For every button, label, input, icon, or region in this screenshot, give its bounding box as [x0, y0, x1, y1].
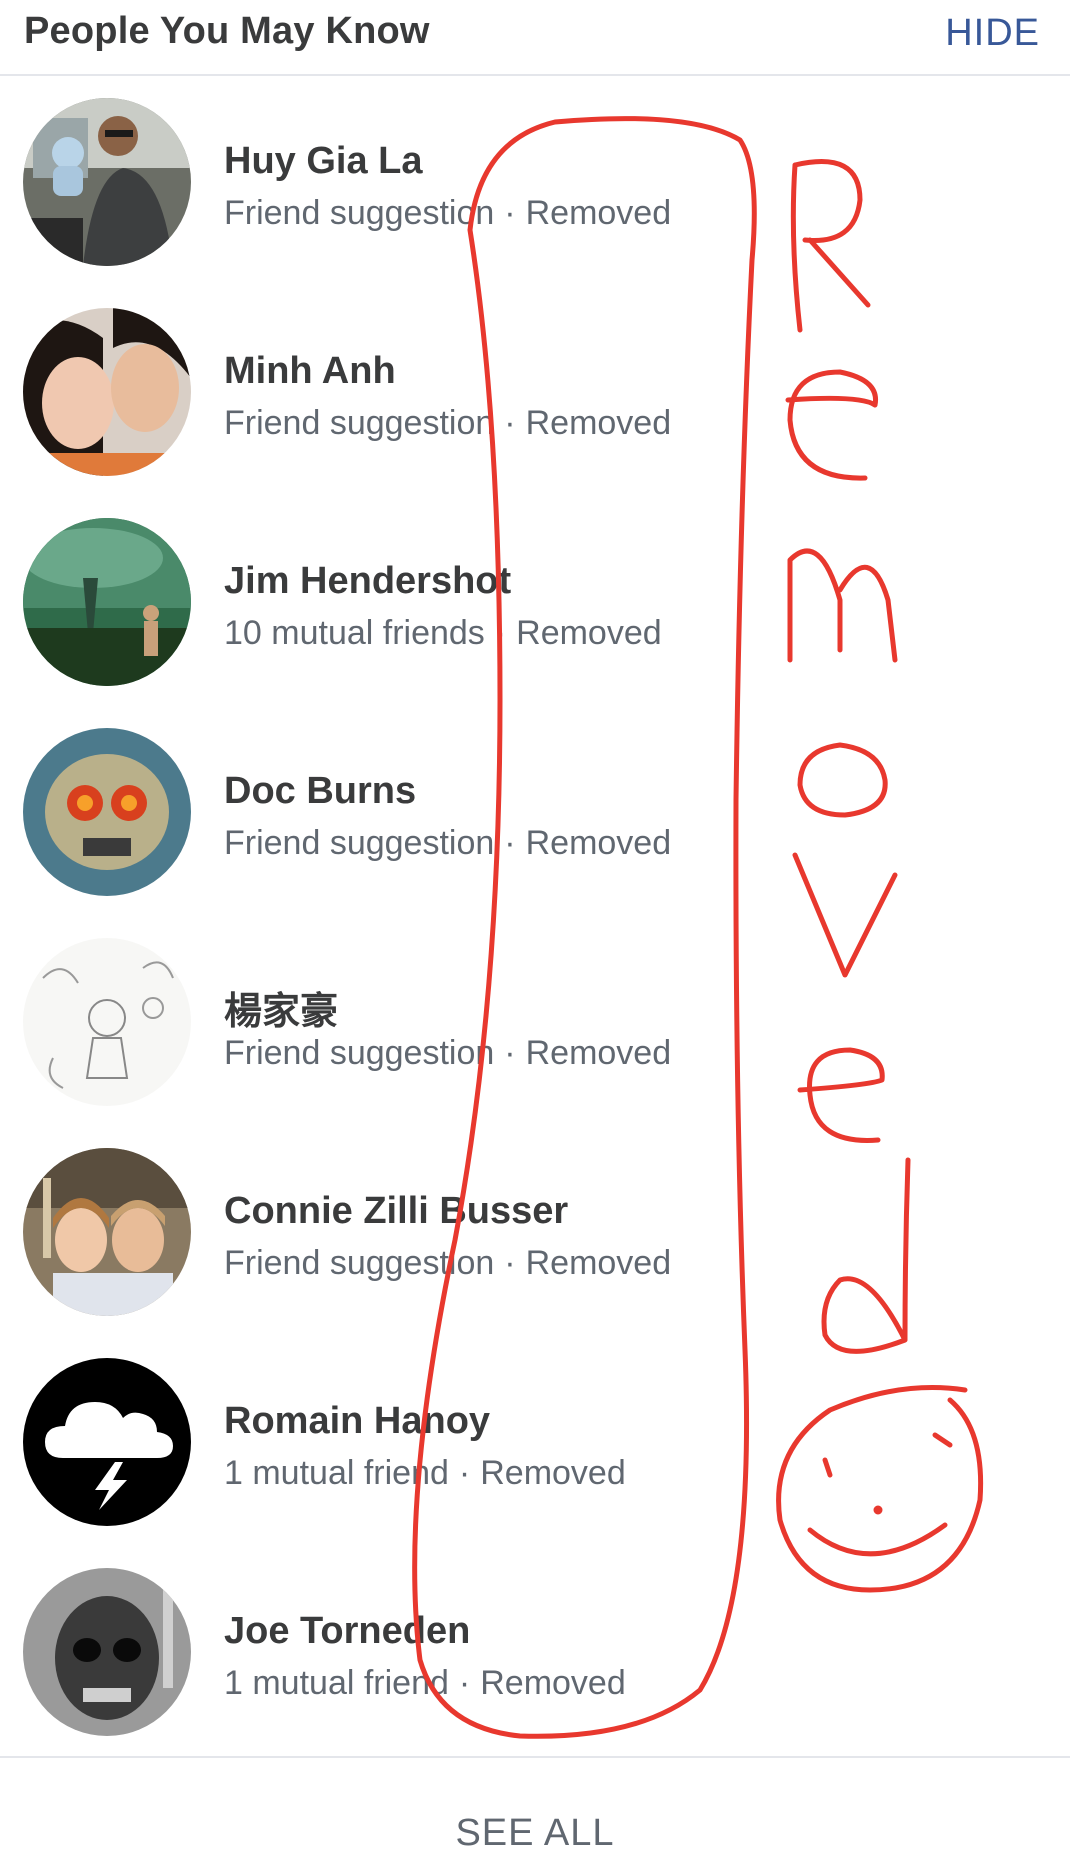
- status-removed: Removed: [480, 1664, 626, 1702]
- avatar[interactable]: [23, 938, 191, 1106]
- person-subtitle: Friend suggestion · Removed: [224, 1034, 671, 1073]
- avatar[interactable]: [23, 1148, 191, 1316]
- list-item[interactable]: Huy Gia La Friend suggestion · Removed: [0, 76, 1070, 286]
- separator: ·: [504, 1034, 516, 1072]
- suggestion-reason: Friend suggestion: [224, 1034, 495, 1072]
- suggestion-reason: Friend suggestion: [224, 194, 495, 232]
- avatar[interactable]: [23, 98, 191, 266]
- status-removed: Removed: [516, 614, 662, 652]
- avatar-photo-couple-selfie: [23, 308, 191, 476]
- status-removed: Removed: [525, 1244, 672, 1282]
- avatar-storm-cloud-icon: [23, 1358, 191, 1526]
- person-subtitle: Friend suggestion · Removed: [224, 404, 671, 443]
- person-name[interactable]: Joe Torneden: [224, 1610, 470, 1653]
- avatar[interactable]: [23, 728, 191, 896]
- avatar[interactable]: [23, 1568, 191, 1736]
- list-item[interactable]: Joe Torneden 1 mutual friend · Removed: [0, 1546, 1070, 1756]
- status-removed: Removed: [525, 194, 672, 232]
- person-name[interactable]: Doc Burns: [224, 770, 416, 813]
- person-subtitle: Friend suggestion · Removed: [224, 1244, 671, 1283]
- suggestion-reason: 10 mutual friends: [224, 614, 485, 652]
- separator: ·: [504, 1244, 516, 1282]
- person-name[interactable]: 楊家豪: [224, 980, 338, 1035]
- section-header: People You May Know HIDE: [0, 0, 1070, 76]
- person-name[interactable]: Huy Gia La: [224, 140, 423, 183]
- list-item[interactable]: Romain Hanoy 1 mutual friend · Removed: [0, 1336, 1070, 1546]
- avatar-photo-skull-tattoo: [23, 728, 191, 896]
- separator: ·: [504, 404, 516, 442]
- person-name[interactable]: Jim Hendershot: [224, 560, 511, 603]
- avatar-sketch-drawing: [23, 938, 191, 1106]
- person-name[interactable]: Connie Zilli Busser: [224, 1190, 568, 1233]
- status-removed: Removed: [480, 1454, 626, 1492]
- separator: ·: [504, 194, 516, 232]
- person-subtitle: 1 mutual friend · Removed: [224, 1664, 626, 1703]
- suggestion-reason: Friend suggestion: [224, 1244, 495, 1282]
- suggestion-reason: 1 mutual friend: [224, 1454, 449, 1492]
- person-name[interactable]: Minh Anh: [224, 350, 396, 393]
- avatar-photo-skull-face: [23, 1568, 191, 1736]
- suggestion-reason: Friend suggestion: [224, 404, 495, 442]
- suggestion-reason: 1 mutual friend: [224, 1664, 449, 1702]
- avatar[interactable]: [23, 1358, 191, 1526]
- list-item[interactable]: Connie Zilli Busser Friend suggestion · Re…: [0, 1126, 1070, 1336]
- person-subtitle: Friend suggestion · Removed: [224, 194, 671, 233]
- avatar[interactable]: [23, 308, 191, 476]
- separator: ·: [494, 614, 507, 652]
- status-removed: Removed: [525, 404, 672, 442]
- person-name[interactable]: Romain Hanoy: [224, 1400, 490, 1443]
- hide-button[interactable]: HIDE: [945, 12, 1040, 55]
- separator: ·: [504, 824, 516, 862]
- status-removed: Removed: [525, 824, 672, 862]
- list-item[interactable]: Minh Anh Friend suggestion · Removed: [0, 286, 1070, 496]
- avatar-photo-two-women: [23, 1148, 191, 1316]
- avatar-photo-man-in-car: [23, 98, 191, 266]
- person-subtitle: 10 mutual friends · Removed: [224, 614, 662, 653]
- see-all-button[interactable]: SEE ALL: [0, 1812, 1070, 1855]
- person-subtitle: Friend suggestion · Removed: [224, 824, 671, 863]
- suggestion-reason: Friend suggestion: [224, 824, 495, 862]
- avatar-photo-tornado-field: [23, 518, 191, 686]
- avatar[interactable]: [23, 518, 191, 686]
- status-removed: Removed: [525, 1034, 672, 1072]
- separator: ·: [458, 1454, 471, 1492]
- list-item[interactable]: Doc Burns Friend suggestion · Removed: [0, 706, 1070, 916]
- section-title: People You May Know: [24, 10, 430, 52]
- people-list: Huy Gia La Friend suggestion · Removed Min…: [0, 76, 1070, 1756]
- list-item[interactable]: 楊家豪 Friend suggestion · Removed: [0, 916, 1070, 1126]
- list-item[interactable]: Jim Hendershot 10 mutual friends · Removed: [0, 496, 1070, 706]
- separator: ·: [458, 1664, 471, 1702]
- section-footer: SEE ALL: [0, 1756, 1070, 1856]
- person-subtitle: 1 mutual friend · Removed: [224, 1454, 626, 1493]
